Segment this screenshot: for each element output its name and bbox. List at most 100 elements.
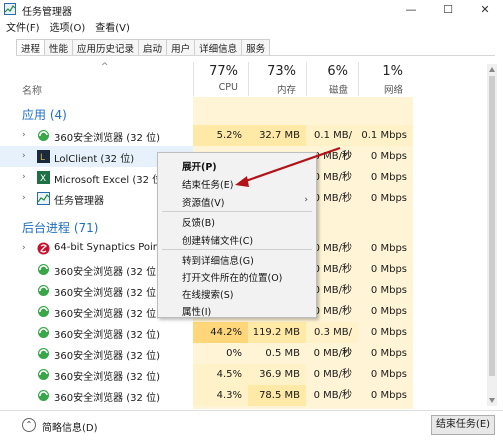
process-row[interactable]: 360安全浏览器 (32 位) 4.5% 36.9 MB 0 MB/秒 0 Mb… <box>0 364 503 385</box>
close-button[interactable]: ✕ <box>468 0 502 18</box>
tab-performance[interactable]: 性能 <box>44 39 74 55</box>
disk-value: 0 MB/秒 <box>313 348 352 359</box>
tab-startup[interactable]: 启动 <box>138 39 168 55</box>
process-name: 任务管理器 <box>54 196 104 207</box>
context-menu: 展开(P) 结束任务(E) 资源值(V) › 反馈(B) 创建转储文件(C) 转… <box>157 152 317 318</box>
disk-value: 0 MB/秒 <box>313 369 352 380</box>
menu-item-open-file-location[interactable]: 打开文件所在的位置(O) <box>182 270 282 284</box>
disk-column-label: 磁盘 <box>328 85 348 96</box>
column-header-cpu[interactable]: 77% CPU <box>193 62 248 96</box>
network-usage-total: 1% <box>382 64 403 79</box>
column-header-network[interactable]: 1% 网络 <box>358 62 413 96</box>
menu-item-properties[interactable]: 属性(I) <box>182 304 211 318</box>
cpu-value: 5.2% <box>193 125 248 146</box>
browser-icon <box>38 369 49 380</box>
cpu-column-label: CPU <box>218 82 238 93</box>
tab-users[interactable]: 用户 <box>166 39 196 55</box>
menu-item-resource-values[interactable]: 资源值(V) <box>182 195 224 209</box>
process-row[interactable]: › 360安全浏览器 (32 位) 5.2% 32.7 MB 0.1 MB/秒 … <box>0 125 503 162</box>
menu-bar: 文件(F) 选项(O) 查看(V) <box>0 19 130 34</box>
process-row[interactable]: 360安全浏览器 (32 位) 0% 0.5 MB 0 MB/秒 0 Mbps <box>0 343 503 364</box>
memory-value: 32.7 MB <box>248 125 306 146</box>
task-manager-icon <box>37 192 50 205</box>
memory-value: 0.5 MB <box>265 348 300 359</box>
tab-processes[interactable]: 进程 <box>16 39 46 56</box>
task-manager-icon <box>4 3 16 15</box>
network-value: 0.1 Mbps <box>358 125 413 146</box>
network-value: 0 Mbps <box>370 243 407 254</box>
browser-icon <box>38 327 49 338</box>
process-row[interactable]: 360安全浏览器 (32 位) 4.3% 78.5 MB 0 MB/秒 0 Mb… <box>0 385 503 406</box>
menu-item-expand[interactable]: 展开(P) <box>182 159 217 173</box>
bottom-bar: ⌃ 简略信息(D) 结束任务(E) <box>0 410 503 445</box>
cpu-value: 4.3% <box>193 385 248 406</box>
browser-icon <box>38 390 49 401</box>
process-name: 360安全浏览器 (32 位) <box>54 288 160 299</box>
collapse-icon[interactable]: ⌃ <box>22 418 36 432</box>
browser-icon <box>38 130 49 141</box>
network-value: 0 Mbps <box>370 264 407 275</box>
process-name: LolClient (32 位) <box>54 154 135 165</box>
disk-value: 0.1 MB/秒 <box>306 125 358 162</box>
column-header-name[interactable]: ^ 名称 <box>0 62 193 97</box>
menu-item-search-online[interactable]: 在线搜索(S) <box>182 287 233 301</box>
menu-file[interactable]: 文件(F) <box>6 19 40 34</box>
maximize-button[interactable]: ☐ <box>431 0 465 18</box>
sort-indicator-icon: ^ <box>101 62 109 72</box>
network-value: 0 Mbps <box>370 327 407 338</box>
submenu-arrow-icon: › <box>304 195 308 205</box>
svg-text:L: L <box>40 153 45 163</box>
fewer-details-link[interactable]: 简略信息(D) <box>42 419 98 434</box>
column-header-memory[interactable]: 73% 内存 <box>248 62 306 96</box>
network-value: 0 Mbps <box>370 172 407 183</box>
menu-item-end-task[interactable]: 结束任务(E) <box>182 177 233 191</box>
process-name: Microsoft Excel (32 位) <box>54 175 167 186</box>
vertical-scrollbar[interactable] <box>487 64 497 406</box>
browser-icon <box>38 306 49 317</box>
end-task-button[interactable]: 结束任务(E) <box>431 415 495 435</box>
browser-icon <box>38 348 49 359</box>
expand-chevron-icon[interactable]: › <box>22 243 26 253</box>
cpu-value: 4.5% <box>193 364 248 385</box>
column-header-disk[interactable]: 6% 磁盘 <box>306 62 358 96</box>
menu-options[interactable]: 选项(O) <box>50 19 86 34</box>
cpu-value: 44.2% <box>193 322 248 343</box>
network-column-label: 网络 <box>383 85 403 96</box>
cpu-usage-total: 77% <box>209 64 238 79</box>
disk-value: 0.3 MB/秒 <box>306 322 358 359</box>
synaptics-icon <box>37 242 50 255</box>
expand-chevron-icon[interactable]: › <box>22 172 26 182</box>
network-value: 0 Mbps <box>370 306 407 317</box>
browser-icon <box>38 264 49 275</box>
process-name: 360安全浏览器 (32 位) <box>54 267 160 278</box>
memory-value: 36.9 MB <box>248 364 306 385</box>
expand-chevron-icon[interactable]: › <box>22 151 26 161</box>
scroll-thumb[interactable] <box>489 76 495 376</box>
menu-item-feedback[interactable]: 反馈(B) <box>182 215 215 229</box>
network-value: 0 Mbps <box>370 348 407 359</box>
menu-separator <box>162 249 312 250</box>
memory-value: 119.2 MB <box>248 322 306 343</box>
expand-chevron-icon[interactable]: › <box>22 130 26 140</box>
tab-strip: 进程 性能 应用历史记录 启动 用户 详细信息 服务 <box>16 39 271 56</box>
minimize-button[interactable]: — <box>394 0 428 18</box>
section-apps-title: 应用 (4) <box>22 108 67 122</box>
menu-view[interactable]: 查看(V) <box>95 19 130 34</box>
browser-icon <box>38 285 49 296</box>
process-row[interactable]: 360安全浏览器 (32 位) 44.2% 119.2 MB 0.3 MB/秒 … <box>0 322 503 359</box>
process-name: 360安全浏览器 (32 位) <box>54 133 160 144</box>
network-value: 0 Mbps <box>370 390 407 401</box>
tab-details[interactable]: 详细信息 <box>194 39 243 55</box>
column-name-label: 名称 <box>22 86 42 97</box>
memory-column-label: 内存 <box>276 85 296 96</box>
process-name: 360安全浏览器 (32 位) <box>54 309 160 320</box>
tab-app-history[interactable]: 应用历史记录 <box>72 39 140 55</box>
title-bar: 任务管理器 — ☐ ✕ <box>0 0 503 18</box>
disk-usage-total: 6% <box>327 64 348 79</box>
process-name: 360安全浏览器 (32 位) <box>54 330 160 341</box>
network-value: 0 Mbps <box>370 193 407 204</box>
menu-item-create-dump[interactable]: 创建转储文件(C) <box>182 233 253 247</box>
menu-item-go-to-details[interactable]: 转到详细信息(G) <box>182 253 254 267</box>
tab-services[interactable]: 服务 <box>241 39 271 55</box>
expand-chevron-icon[interactable]: › <box>22 193 26 203</box>
